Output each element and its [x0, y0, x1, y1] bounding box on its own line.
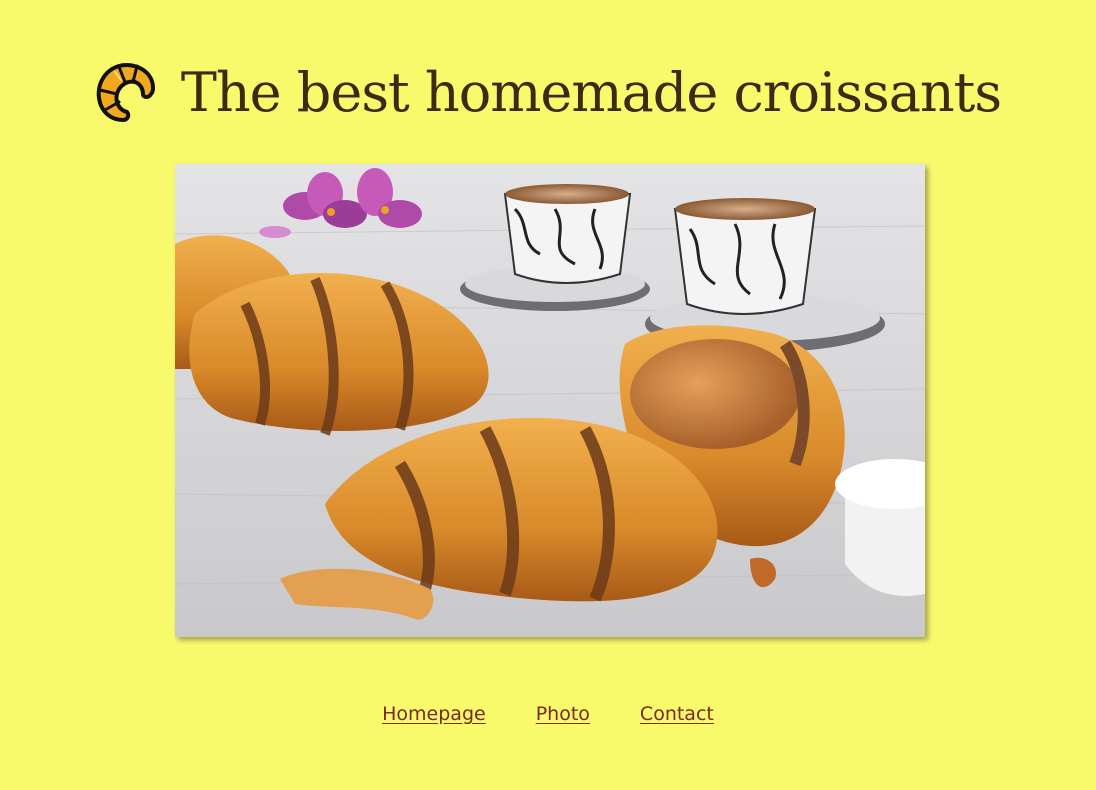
footer-nav: Homepage Photo Contact — [0, 703, 1096, 725]
croissant-photo — [175, 164, 925, 637]
page: The best homemade croissants Homepage Ph… — [0, 0, 1096, 790]
nav-link-homepage[interactable]: Homepage — [382, 703, 486, 725]
nav-link-photo[interactable]: Photo — [536, 703, 590, 725]
croissant-icon — [96, 63, 155, 122]
page-header: The best homemade croissants — [0, 52, 1096, 132]
page-title: The best homemade croissants — [180, 60, 1002, 124]
nav-link-contact[interactable]: Contact — [640, 703, 714, 725]
